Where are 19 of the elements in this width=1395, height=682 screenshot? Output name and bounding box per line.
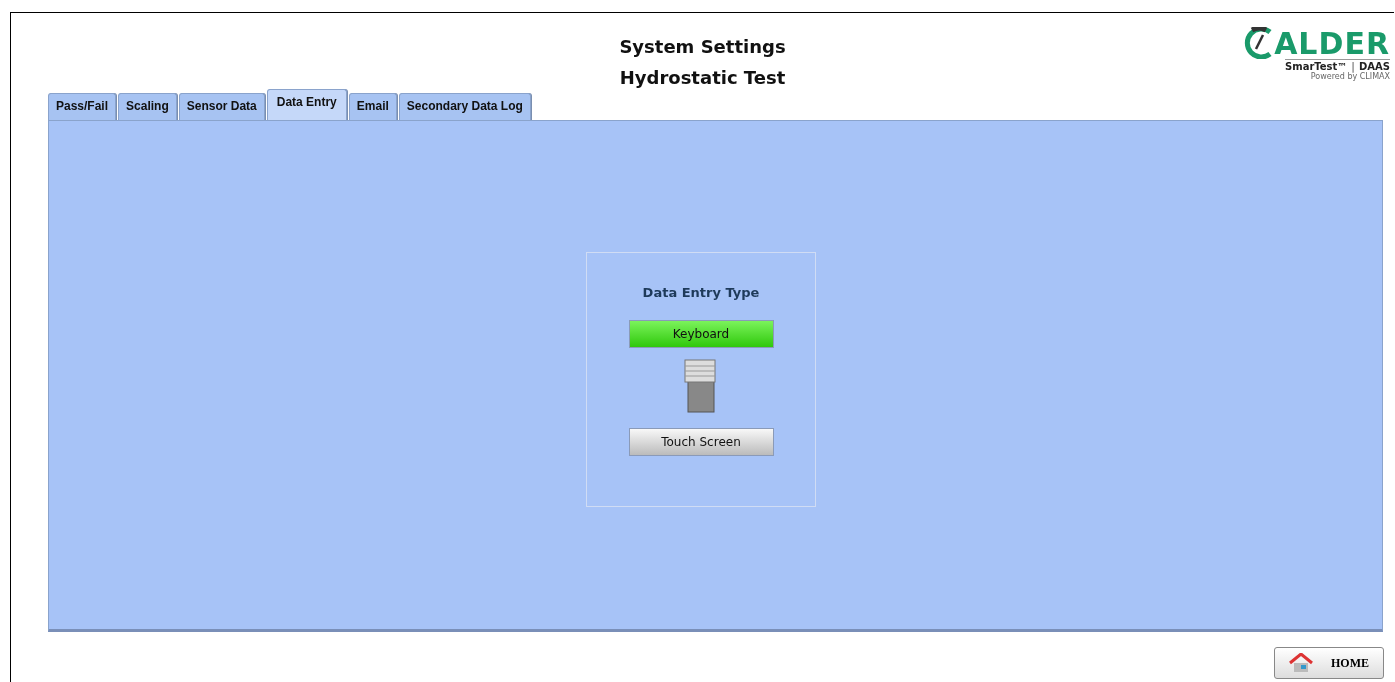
tab[interactable]: Email [348, 93, 397, 120]
tab[interactable]: Secondary Data Log [398, 93, 531, 120]
toggle-switch-icon[interactable] [683, 357, 719, 414]
home-button[interactable]: HOME [1274, 647, 1384, 679]
group-title: Data Entry Type [642, 284, 760, 300]
logo-divider: | [1351, 61, 1355, 72]
tab[interactable]: Sensor Data [178, 93, 265, 120]
option-button[interactable]: Touch Screen [628, 427, 774, 456]
logo-suffix: DAAS [1359, 61, 1390, 72]
tab[interactable]: Data Entry [266, 89, 347, 120]
logo-product: SmarTest™ [1285, 61, 1348, 72]
house-icon [1289, 653, 1313, 673]
tab[interactable]: Pass/Fail [48, 93, 117, 120]
page-subtitle: Hydrostatic Test [619, 66, 786, 90]
tab[interactable]: Scaling [118, 93, 177, 120]
logo-wordmark: ALDER [1274, 29, 1390, 59]
page-title: System Settings [619, 35, 786, 59]
option-button[interactable]: Keyboard [628, 319, 774, 348]
logo-tagline: Powered by CLIMAX [1310, 72, 1390, 81]
